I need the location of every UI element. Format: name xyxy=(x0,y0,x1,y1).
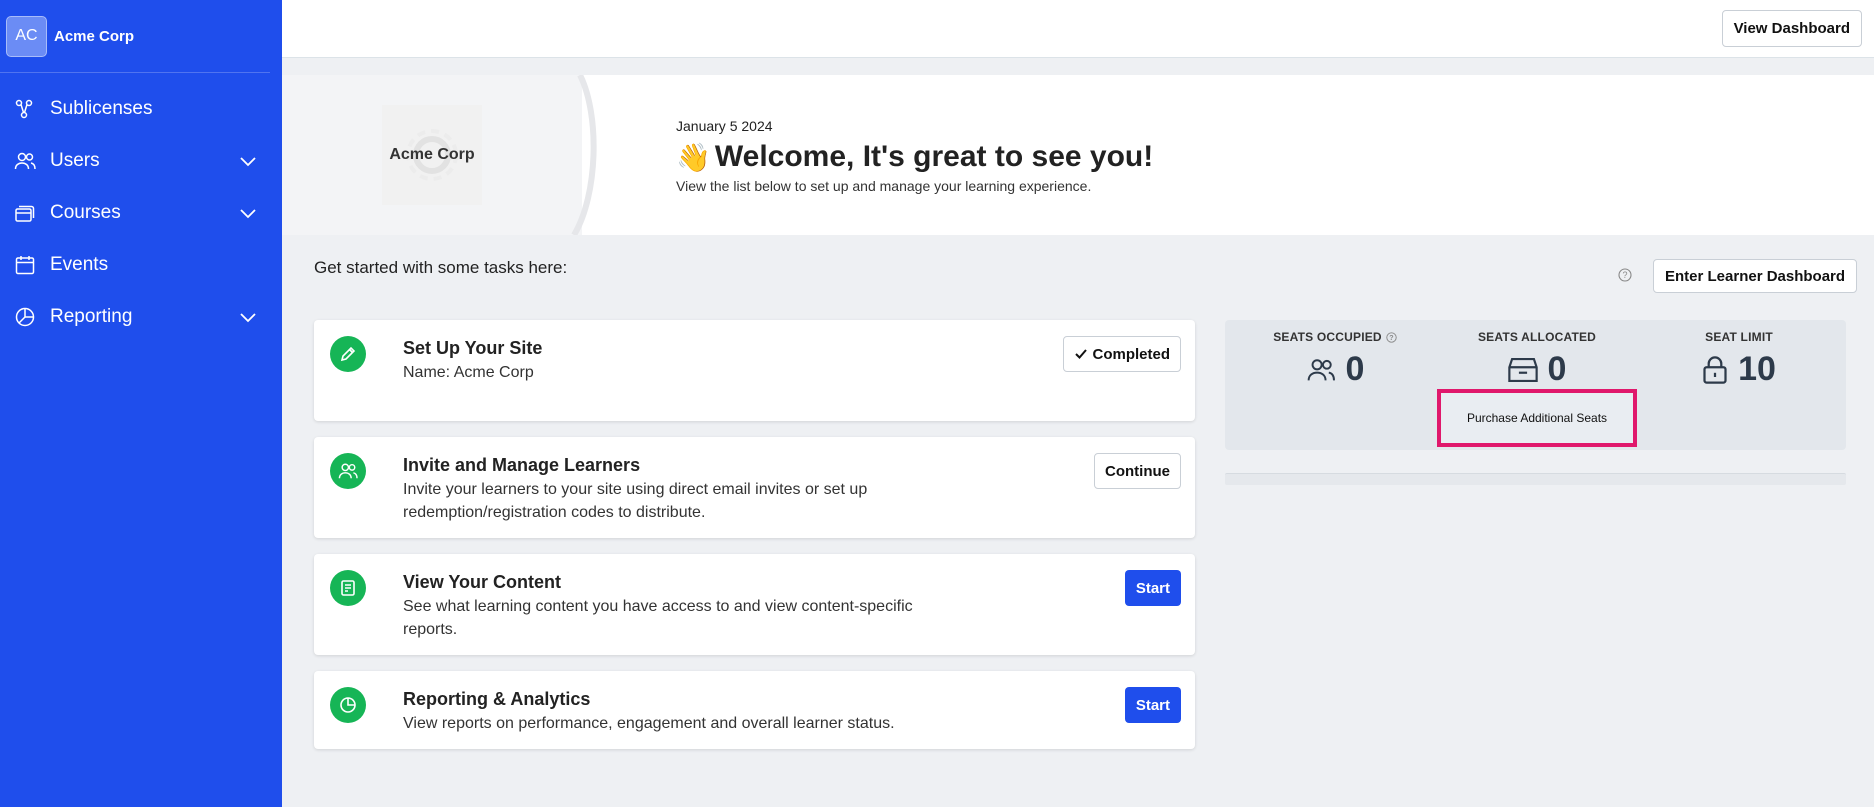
users-icon xyxy=(330,453,366,489)
current-date: January 5 2024 xyxy=(676,118,773,134)
seat-limit-row: 10 xyxy=(1639,350,1839,389)
completed-label: Completed xyxy=(1092,345,1170,363)
sidebar-item-label: Events xyxy=(50,254,109,275)
task-card-view-content: View Your Content See what learning cont… xyxy=(314,554,1195,655)
purchase-additional-seats-button[interactable]: Purchase Additional Seats xyxy=(1437,389,1637,447)
lock-icon xyxy=(1703,355,1727,384)
seats-allocated-row: 0 xyxy=(1437,350,1637,389)
task-card-setup-site: Set Up Your Site Name: Acme Corp Complet… xyxy=(314,320,1195,421)
seats-occupied: SEATS OCCUPIED ? 0 xyxy=(1235,330,1435,389)
view-dashboard-button[interactable]: View Dashboard xyxy=(1721,10,1862,47)
svg-text:?: ? xyxy=(1622,270,1627,280)
org-avatar: AC xyxy=(6,15,47,57)
start-button[interactable]: Start xyxy=(1124,570,1181,606)
task-title: View Your Content xyxy=(403,572,562,592)
tasks-heading: Get started with some tasks here: xyxy=(314,258,568,277)
seats-allocated-value: 0 xyxy=(1547,350,1567,388)
help-icon[interactable]: ? xyxy=(1618,268,1632,282)
completed-button[interactable]: Completed xyxy=(1063,336,1181,372)
analytics-icon xyxy=(330,687,366,723)
sidebar-item-courses[interactable]: Courses xyxy=(0,187,282,239)
seat-limit-value: 10 xyxy=(1738,350,1776,388)
svg-text:?: ? xyxy=(1389,335,1393,342)
users-icon xyxy=(1307,358,1335,380)
seats-occupied-row: 0 xyxy=(1235,350,1435,389)
chevron-down-icon[interactable] xyxy=(238,307,258,327)
sidebar-item-label: Reporting xyxy=(50,306,133,327)
courses-icon xyxy=(14,202,36,224)
seats-occupied-label: SEATS OCCUPIED ? xyxy=(1235,330,1435,344)
pie-chart-icon xyxy=(14,306,36,328)
task-description: Name: Acme Corp xyxy=(403,364,534,381)
welcome-banner: Acme Corp January 5 2024 👋 Welcome, It's… xyxy=(282,75,1874,235)
seats-occupied-label-text: SEATS OCCUPIED xyxy=(1273,330,1382,344)
org-logo: Acme Corp xyxy=(382,105,482,205)
seats-panel: SEATS OCCUPIED ? 0 SEATS ALLOCATED 0 SEA… xyxy=(1225,320,1846,450)
start-button[interactable]: Start xyxy=(1124,687,1181,723)
task-title: Invite and Manage Learners xyxy=(403,455,641,475)
wave-icon: 👋 xyxy=(676,141,711,173)
org-name: Acme Corp xyxy=(54,27,135,45)
welcome-title-text: Welcome, It's great to see you! xyxy=(714,140,1154,173)
seat-limit: SEAT LIMIT 10 xyxy=(1639,330,1839,389)
sidebar-nav: Sublicenses Users Courses Events Reporti… xyxy=(0,83,282,343)
continue-button[interactable]: Continue xyxy=(1094,453,1181,489)
users-icon xyxy=(14,150,36,172)
welcome-subtitle: View the list below to set up and manage… xyxy=(676,178,1092,194)
sidebar-item-label: Users xyxy=(50,150,100,171)
chevron-down-icon[interactable] xyxy=(238,151,258,171)
welcome-text: January 5 2024 👋 Welcome, It's great to … xyxy=(676,118,1153,194)
welcome-title: 👋 Welcome, It's great to see you! xyxy=(676,140,1153,174)
sidebar-item-label: Courses xyxy=(50,202,121,223)
task-title: Reporting & Analytics xyxy=(403,689,591,709)
task-description: See what learning content you have acces… xyxy=(403,598,913,638)
help-icon[interactable]: ? xyxy=(1386,331,1397,343)
sidebar-item-reporting[interactable]: Reporting xyxy=(0,291,282,343)
check-icon xyxy=(1075,349,1088,359)
sublicenses-icon xyxy=(14,98,36,120)
task-title: Set Up Your Site xyxy=(403,338,543,358)
task-description: View reports on performance, engagement … xyxy=(403,715,895,732)
sidebar-item-label: Sublicenses xyxy=(50,98,153,119)
enter-learner-dashboard-button[interactable]: Enter Learner Dashboard xyxy=(1653,259,1858,293)
inbox-icon xyxy=(1507,357,1538,382)
sidebar-item-sublicenses[interactable]: Sublicenses xyxy=(0,83,282,135)
sidebar-item-events[interactable]: Events xyxy=(0,239,282,291)
org-brand[interactable]: AC Acme Corp xyxy=(0,0,270,73)
task-card-invite-learners: Invite and Manage Learners Invite your l… xyxy=(314,437,1195,538)
seats-allocated-label: SEATS ALLOCATED xyxy=(1477,330,1597,344)
content-icon xyxy=(330,570,366,606)
calendar-icon xyxy=(14,254,36,276)
pencil-icon xyxy=(330,336,366,372)
seat-limit-label: SEAT LIMIT xyxy=(1705,330,1773,344)
sidebar-item-users[interactable]: Users xyxy=(0,135,282,187)
task-card-reporting: Reporting & Analytics View reports on pe… xyxy=(314,671,1195,749)
seats-occupied-value: 0 xyxy=(1345,350,1365,388)
task-description: Invite your learners to your site using … xyxy=(403,481,868,521)
seats-allocated: SEATS ALLOCATED 0 xyxy=(1437,330,1637,389)
seats-divider xyxy=(1225,473,1846,485)
sidebar: AC Acme Corp Sublicenses Users Courses E… xyxy=(0,0,282,807)
org-logo-text: Acme Corp xyxy=(389,146,475,163)
top-bar: View Dashboard xyxy=(282,0,1874,58)
chevron-down-icon[interactable] xyxy=(238,203,258,223)
